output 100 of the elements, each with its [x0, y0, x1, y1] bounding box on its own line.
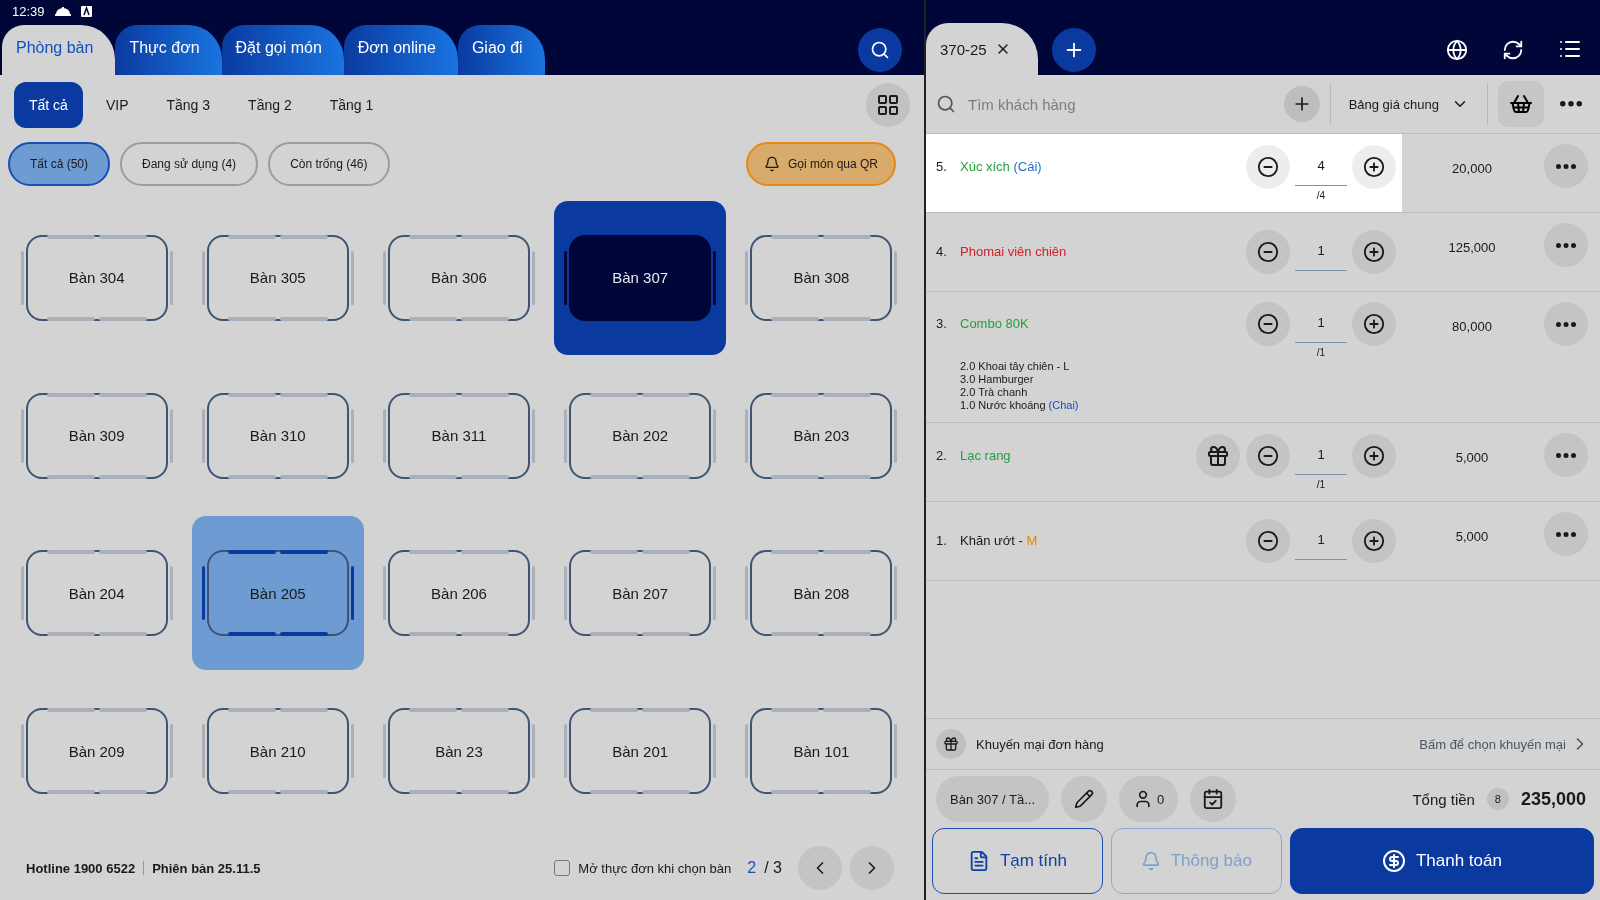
item-more-button[interactable]: [1544, 433, 1588, 477]
increase-button[interactable]: [1352, 519, 1396, 563]
status-filter-chip[interactable]: Còn trống (46): [268, 142, 390, 186]
nav-tab[interactable]: Giao đi: [457, 25, 545, 75]
quantity-field[interactable]: 1: [1295, 230, 1347, 271]
hotline-text: Hotline 1900 6522: [26, 860, 136, 876]
decrease-button[interactable]: [1246, 230, 1290, 274]
item-more-button[interactable]: [1544, 144, 1588, 188]
order-item-panel[interactable]: 1. Khăn ướt - M 1: [926, 502, 1402, 580]
current-page: 2: [747, 859, 757, 877]
gift-button[interactable]: [1196, 434, 1240, 478]
item-more-button[interactable]: [1544, 223, 1588, 267]
decrease-button[interactable]: [1246, 434, 1290, 478]
table-tile[interactable]: Bàn 204: [10, 516, 183, 671]
add-customer-button[interactable]: [1283, 86, 1320, 122]
decrease-button[interactable]: [1246, 302, 1290, 346]
table-tile[interactable]: Bàn 23: [373, 674, 545, 829]
table-tile[interactable]: Bàn 205: [191, 516, 364, 671]
nav-tab[interactable]: Đặt gọi món: [221, 25, 344, 75]
item-number: 1.: [936, 533, 948, 548]
table-tile[interactable]: Bàn 305: [191, 200, 364, 355]
floor-tab[interactable]: Tầng 1: [314, 82, 389, 128]
bell-icon: [763, 156, 780, 172]
table-tile[interactable]: Bàn 202: [554, 358, 727, 513]
table-tile[interactable]: Bàn 101: [735, 674, 908, 829]
table-tile[interactable]: Bàn 308: [735, 200, 908, 355]
minus-icon: [1257, 241, 1279, 263]
grid-icon: [876, 93, 900, 117]
guest-count-button[interactable]: 0: [1119, 776, 1179, 822]
cloche-icon: [54, 6, 71, 16]
quantity-limit: /1: [1316, 347, 1326, 358]
floor-tab[interactable]: Tất cả: [14, 82, 83, 128]
total-amount: 235,000: [1520, 788, 1586, 810]
table-tile[interactable]: Bàn 306: [373, 200, 545, 355]
edit-button[interactable]: [1061, 776, 1108, 822]
calendar-button[interactable]: [1190, 776, 1237, 822]
order-item-panel[interactable]: 3. Combo 80K 1 /1 2.0 Khoai tây chiên - L 3.0 Hamburger 2.0 Trà chanh 1.0 Nước khoáng (Chai): [926, 292, 1402, 422]
quantity-field[interactable]: 1: [1295, 519, 1347, 560]
draft-button[interactable]: Tạm tính: [932, 828, 1103, 894]
order-item-panel[interactable]: 2. Lạc rang 1 /1: [926, 423, 1402, 501]
table-tile[interactable]: Bàn 206: [373, 516, 545, 671]
minus-icon: [1257, 530, 1279, 552]
search-icon: [870, 40, 890, 60]
table-tile[interactable]: Bàn 310: [191, 358, 364, 513]
qr-order-button[interactable]: Gọi món qua QR: [745, 142, 896, 186]
grid-view-button[interactable]: [866, 83, 910, 127]
table-tile[interactable]: Bàn 307: [554, 200, 727, 355]
item-more-button[interactable]: [1544, 512, 1588, 556]
table-tile[interactable]: Bàn 304: [10, 200, 183, 355]
table-tile[interactable]: Bàn 311: [373, 358, 545, 513]
quantity-field[interactable]: 4: [1295, 145, 1347, 186]
order-item-panel[interactable]: 5. Xúc xích (Cái) 4 /4: [926, 134, 1402, 212]
item-name: Phomai viên chiên: [960, 244, 1068, 259]
refresh-icon[interactable]: [1502, 39, 1524, 61]
minus-icon: [1257, 156, 1279, 178]
decrease-button[interactable]: [1246, 145, 1290, 189]
table-tile[interactable]: Bàn 201: [554, 674, 727, 829]
table-tile[interactable]: Bàn 309: [10, 358, 183, 513]
status-filter-chip[interactable]: Tất cả (50): [8, 142, 111, 186]
ellipsis-icon: [1556, 242, 1576, 248]
status-filter-chip[interactable]: Đang sử dụng (4): [120, 142, 259, 186]
new-order-button[interactable]: [1052, 28, 1096, 72]
open-menu-checkbox[interactable]: [554, 860, 571, 876]
increase-button[interactable]: [1352, 230, 1396, 274]
price-list-dropdown[interactable]: Bảng giá chung: [1340, 95, 1477, 113]
customer-search-field[interactable]: Tìm khách hàng: [966, 88, 1274, 120]
item-name: Lạc rang: [960, 448, 1012, 463]
item-more-button[interactable]: [1544, 302, 1588, 346]
nav-tab[interactable]: Phòng bàn: [2, 25, 116, 75]
floor-tab[interactable]: Tầng 2: [233, 82, 307, 128]
nav-tab[interactable]: Thực đơn: [115, 25, 222, 75]
combo-component: 1.0 Nước khoáng (Chai): [960, 399, 1080, 412]
quantity-field[interactable]: 1: [1295, 434, 1347, 475]
floor-tab[interactable]: Tầng 3: [151, 82, 226, 128]
basket-button[interactable]: [1498, 81, 1544, 127]
floor-tab[interactable]: VIP: [90, 82, 144, 128]
open-menu-label: Mở thực đơn khi chọn bàn: [578, 860, 732, 876]
increase-button[interactable]: [1352, 434, 1396, 478]
search-button[interactable]: [858, 28, 902, 72]
quantity-field[interactable]: 1: [1295, 302, 1347, 343]
item-name: Combo 80K: [960, 316, 1030, 331]
increase-button[interactable]: [1352, 145, 1396, 189]
table-tile[interactable]: Bàn 207: [554, 516, 727, 671]
order-tab[interactable]: 370-25: [926, 23, 1038, 75]
table-tile[interactable]: Bàn 210: [191, 674, 364, 829]
item-number: 2.: [936, 448, 948, 463]
choose-promotion-link[interactable]: Bấm để chọn khuyến mại: [1419, 734, 1590, 754]
table-chip[interactable]: Bàn 307 / Tầ...: [936, 776, 1050, 822]
plus-icon: [1363, 530, 1385, 552]
globe-icon[interactable]: [1446, 39, 1468, 61]
decrease-button[interactable]: [1246, 519, 1290, 563]
order-item-panel[interactable]: 4. Phomai viên chiên 1: [926, 213, 1402, 291]
table-tile[interactable]: Bàn 209: [10, 674, 183, 829]
table-tile[interactable]: Bàn 203: [735, 358, 908, 513]
item-price: 20,000: [1452, 161, 1492, 177]
table-tile[interactable]: Bàn 208: [735, 516, 908, 671]
plus-icon: [1363, 445, 1385, 467]
pay-button[interactable]: Thanh toán: [1289, 828, 1594, 894]
increase-button[interactable]: [1352, 302, 1396, 346]
nav-tab[interactable]: Đơn online: [343, 25, 458, 75]
